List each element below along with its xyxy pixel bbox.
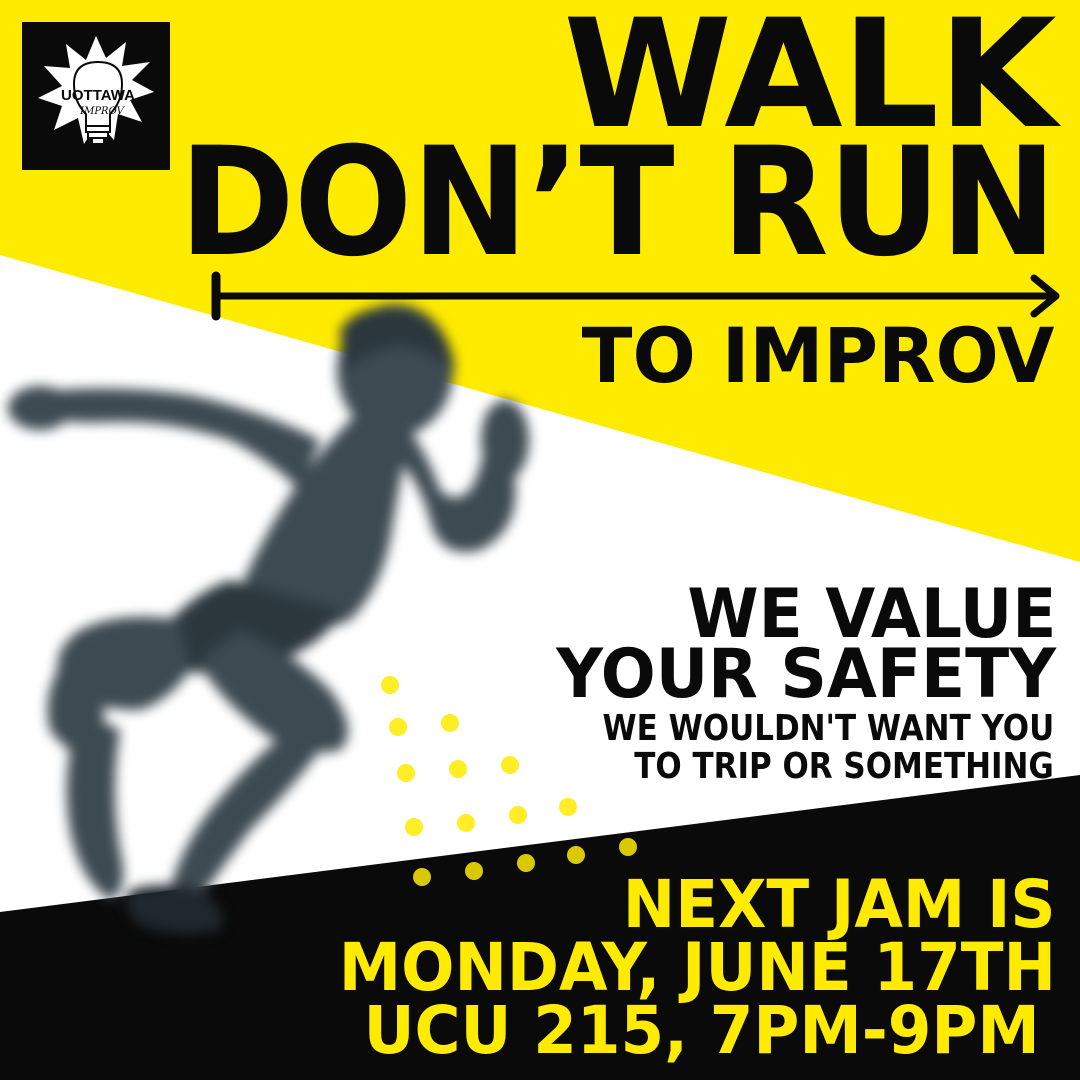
logo-text-bottom: IMPROV [79,106,125,117]
subheadline-to-improv: TO IMPROV [581,311,1054,400]
logo-text-top: UOTTAWA [61,87,135,104]
headline-dont-run: DON’T RUN [179,116,1057,290]
message-small-2: TO TRIP OR SOMETHING [634,746,1054,787]
lightbulb-icon: UOTTAWA IMPROV [38,36,154,145]
message-small-1: WE WOULDN'T WANT YOU [602,708,1054,749]
logo: UOTTAWA IMPROV [22,22,170,170]
decorative-dots [381,676,637,886]
poster: UOTTAWA IMPROV WALK DON’T RUN TO IMPROV … [0,0,1080,1080]
event-location-time: UCU 215, 7PM-9PM [363,992,1040,1069]
